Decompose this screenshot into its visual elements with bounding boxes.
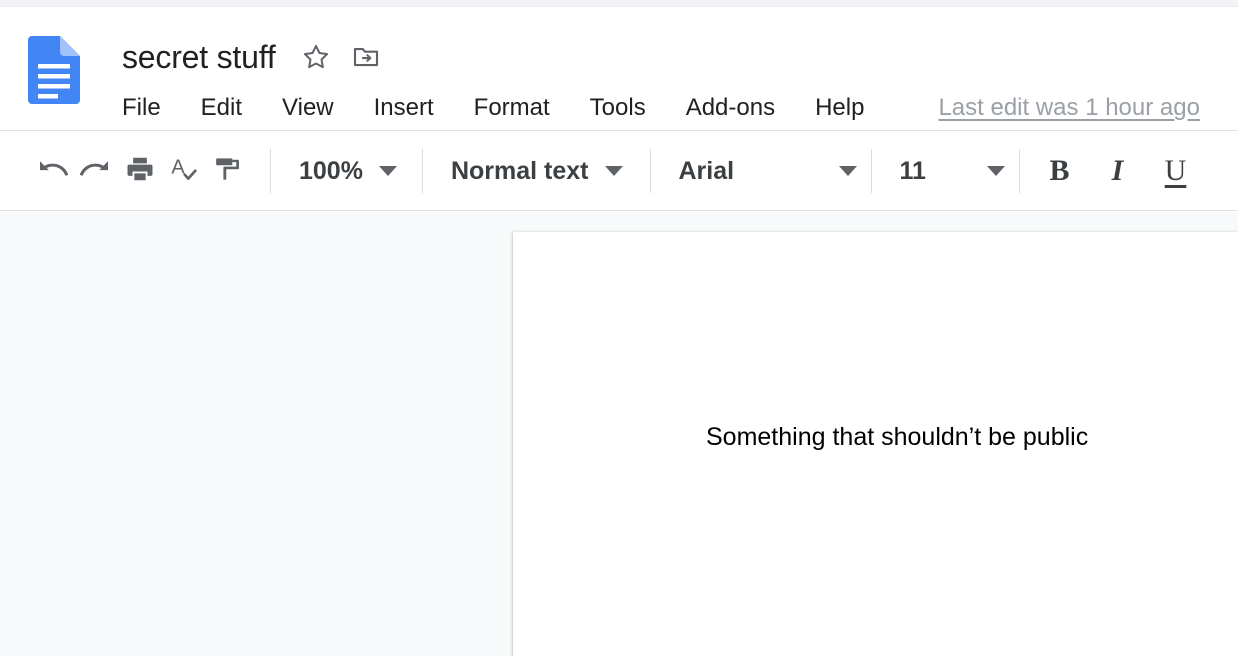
chevron-down-icon <box>838 166 857 176</box>
spellcheck-icon: A <box>168 153 200 190</box>
chevron-down-icon <box>378 166 397 176</box>
chevron-down-icon <box>604 166 623 176</box>
printer-icon <box>125 154 155 189</box>
menu-item-help[interactable]: Help <box>815 94 864 122</box>
redo-arrow-icon <box>79 153 112 190</box>
menu-item-format[interactable]: Format <box>474 94 550 122</box>
menu-item-add-ons[interactable]: Add-ons <box>686 94 775 122</box>
toolbar-separator <box>1018 149 1020 193</box>
zoom-dropdown[interactable]: 100% <box>299 149 397 193</box>
menu-item-insert[interactable]: Insert <box>374 94 434 122</box>
print-button[interactable] <box>118 149 162 193</box>
font-family-dropdown[interactable]: Arial <box>679 149 857 193</box>
title-row: secret stuff <box>122 32 382 82</box>
toolbar-separator <box>649 149 651 193</box>
italic-button[interactable]: I <box>1095 148 1141 194</box>
toolbar-separator <box>421 149 423 193</box>
font-family-value: Arial <box>678 157 735 185</box>
paint-format-button[interactable] <box>206 149 250 193</box>
spellcheck-button[interactable]: A <box>162 149 206 193</box>
chevron-down-icon <box>986 166 1005 176</box>
paragraph-style-dropdown[interactable]: Normal text <box>451 149 623 193</box>
document-title[interactable]: secret stuff <box>122 38 276 76</box>
font-size-value: 11 <box>899 157 926 185</box>
undo-button[interactable] <box>30 149 74 193</box>
paint-roller-icon <box>213 154 243 189</box>
document-body[interactable]: Something that shouldn’t be public <box>706 422 1206 452</box>
menu-item-tools[interactable]: Tools <box>590 94 646 122</box>
last-edit-status[interactable]: Last edit was 1 hour ago <box>938 94 1200 122</box>
menu-item-file[interactable]: File <box>122 94 161 122</box>
menu-item-edit[interactable]: Edit <box>201 94 242 122</box>
svg-text:A: A <box>171 156 185 178</box>
redo-button[interactable] <box>74 149 118 193</box>
undo-arrow-icon <box>36 153 69 190</box>
underline-button[interactable]: U <box>1153 148 1199 194</box>
font-size-dropdown[interactable]: 11 <box>900 149 1005 193</box>
google-docs-window: secret stuff File Edit View Insert Forma… <box>0 0 1238 656</box>
zoom-value: 100% <box>299 157 363 185</box>
toolbar-separator <box>270 149 271 193</box>
document-canvas[interactable]: Something that shouldn’t be public <box>0 212 1238 656</box>
menu-item-view[interactable]: View <box>282 94 334 122</box>
paragraph-style-value: Normal text <box>450 157 589 185</box>
document-header: secret stuff File Edit View Insert Forma… <box>0 8 1238 131</box>
docs-file-icon[interactable] <box>28 36 80 104</box>
folder-move-icon[interactable] <box>350 41 382 73</box>
menu-bar: File Edit View Insert Format Tools Add-o… <box>122 88 1200 128</box>
bold-button[interactable]: B <box>1037 148 1083 194</box>
star-outline-icon[interactable] <box>300 41 332 73</box>
document-page[interactable]: Something that shouldn’t be public <box>513 232 1238 656</box>
formatting-toolbar: A 100% Normal text Arial 11 B I U <box>0 132 1238 211</box>
browser-chrome-strip <box>0 0 1238 7</box>
document-paragraph[interactable]: Something that shouldn’t be public <box>706 422 1206 452</box>
toolbar-separator <box>870 149 872 193</box>
